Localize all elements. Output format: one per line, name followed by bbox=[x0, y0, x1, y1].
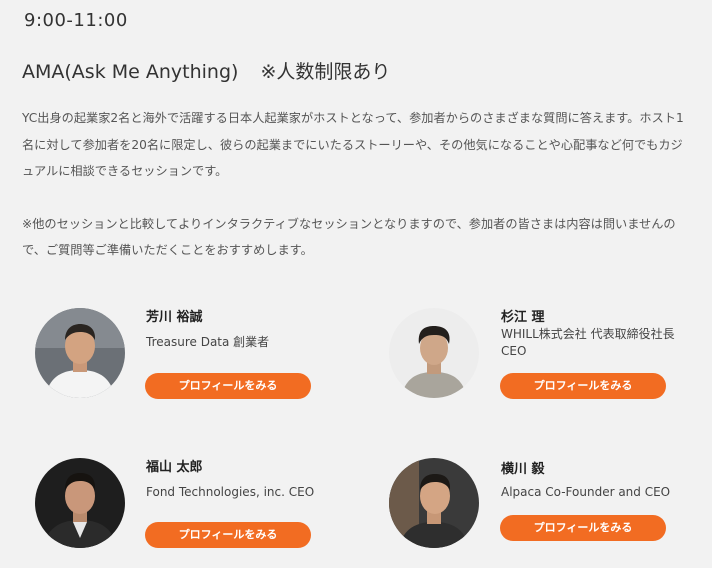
host-name: 芳川 裕誠 bbox=[146, 310, 203, 325]
avatar-host-1 bbox=[35, 308, 125, 398]
host-role: Treasure Data 創業者 bbox=[146, 335, 270, 349]
view-profile-button[interactable]: プロフィールをみる bbox=[500, 373, 666, 399]
session-title-row: AMA(Ask Me Anything) ※人数制限あり bbox=[22, 57, 390, 84]
description-paragraph: YC出身の起業家2名と海外で活躍する日本人起業家がホストとなって、参加者からのさ… bbox=[22, 111, 684, 178]
session-title: AMA(Ask Me Anything) bbox=[22, 61, 239, 83]
avatar-host-3 bbox=[35, 458, 125, 548]
host-role: Alpaca Co-Founder and CEO bbox=[501, 485, 671, 499]
host-name: 福山 太郎 bbox=[146, 460, 203, 475]
capacity-limit-note: ※人数制限あり bbox=[260, 61, 391, 83]
host-role: Fond Technologies, inc. CEO bbox=[146, 485, 315, 499]
description-note: ※他のセッションと比較してよりインタラクティブなセッションとなりますので、参加者… bbox=[22, 216, 676, 258]
avatar-host-4 bbox=[389, 458, 479, 548]
host-role: WHILL株式会社 代表取締役社長 CEO bbox=[501, 327, 675, 358]
host-name: 横川 毅 bbox=[501, 462, 545, 477]
session-time: 9:00-11:00 bbox=[24, 10, 128, 31]
view-profile-button[interactable]: プロフィールをみる bbox=[145, 522, 311, 548]
host-name: 杉江 理 bbox=[501, 310, 545, 325]
view-profile-button[interactable]: プロフィールをみる bbox=[145, 373, 311, 399]
view-profile-button[interactable]: プロフィールをみる bbox=[500, 515, 666, 541]
session-description: YC出身の起業家2名と海外で活躍する日本人起業家がホストとなって、参加者からのさ… bbox=[22, 105, 694, 264]
avatar-host-2 bbox=[389, 308, 479, 398]
